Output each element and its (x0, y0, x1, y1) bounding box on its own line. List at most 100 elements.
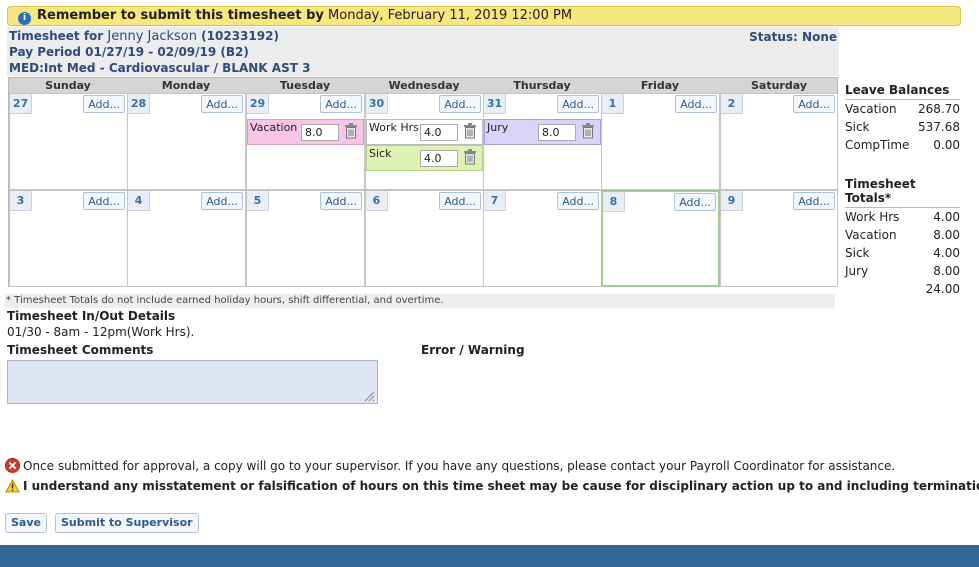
add-entry-button[interactable]: Add... (83, 95, 125, 113)
day-cell[interactable]: 30 Add... Work Hrs 4.0 Sick 4.0 (365, 93, 484, 190)
info-icon: i (18, 12, 31, 25)
approval-notice-text: Once submitted for approval, a copy will… (23, 459, 896, 473)
balance-label: Vacation (845, 102, 897, 116)
add-entry-button[interactable]: Add... (320, 95, 362, 113)
day-header-wednesday: Wednesday (388, 79, 460, 92)
balance-value: 537.68 (918, 120, 960, 134)
day-number: 7 (484, 191, 506, 211)
timesheet-totals-panel: Timesheet Totals* Work Hrs 4.00 Vacation 8… (845, 177, 960, 298)
total-label: Sick (845, 246, 870, 260)
day-number: 1 (602, 94, 624, 114)
timesheet-header: Timesheet for Jenny Jackson (10233192) P… (7, 27, 839, 76)
add-entry-button[interactable]: Add... (557, 192, 599, 210)
day-cell[interactable]: 9 Add... (720, 190, 838, 287)
inout-title: Timesheet In/Out Details (7, 309, 176, 323)
banner-deadline: Monday, February 11, 2019 12:00 PM (328, 8, 573, 23)
balance-label: CompTime (845, 138, 910, 152)
day-cell[interactable]: 3 Add... (9, 190, 128, 287)
total-label: Jury (845, 264, 869, 278)
day-number: 9 (721, 191, 743, 211)
day-header-sunday: Sunday (45, 79, 91, 92)
day-cell[interactable]: 27 Add... (9, 93, 128, 190)
day-cell[interactable]: 7 Add... (483, 190, 602, 287)
hours-input[interactable]: 8.0 (538, 124, 576, 141)
grand-total-row: 24.00 (845, 280, 960, 298)
hours-input[interactable]: 4.0 (420, 124, 458, 141)
day-number: 2 (721, 94, 743, 114)
balance-row: Vacation 268.70 (845, 100, 960, 118)
hours-input[interactable]: 4.0 (420, 150, 458, 167)
header-title-line: Timesheet for Jenny Jackson (10233192) (9, 29, 279, 44)
day-number: 30 (366, 94, 388, 114)
balance-row: CompTime 0.00 (845, 136, 960, 154)
add-entry-button[interactable]: Add... (793, 192, 835, 210)
save-button[interactable]: Save (5, 513, 47, 533)
day-number: 27 (10, 94, 32, 114)
add-entry-button[interactable]: Add... (675, 95, 717, 113)
day-number: 8 (603, 192, 625, 212)
entry-vacation[interactable]: Vacation 8.0 (247, 119, 364, 145)
calendar-grid: Sunday Monday Tuesday Wednesday Thursday… (8, 77, 838, 287)
entry-work-hrs[interactable]: Work Hrs 4.0 (366, 119, 483, 145)
balance-value: 268.70 (918, 102, 960, 116)
total-row: Jury 8.00 (845, 262, 960, 280)
resize-handle-icon[interactable] (363, 390, 375, 402)
day-header-tuesday: Tuesday (279, 79, 331, 92)
employee-id: (10233192) (201, 29, 279, 43)
day-cell[interactable]: 31 Add... Jury 8.0 (483, 93, 602, 190)
add-entry-button[interactable]: Add... (674, 193, 716, 211)
day-cell[interactable]: 4 Add... (127, 190, 246, 287)
add-entry-button[interactable]: Add... (439, 95, 481, 113)
day-cell[interactable]: 28 Add... (127, 93, 246, 190)
balance-value: 0.00 (933, 138, 960, 152)
warning-icon (5, 479, 20, 493)
total-value: 8.00 (933, 228, 960, 242)
entry-type: Work Hrs (369, 121, 419, 134)
grand-total-value: 24.00 (925, 282, 960, 296)
total-row: Vacation 8.00 (845, 226, 960, 244)
total-row: Sick 4.00 (845, 244, 960, 262)
total-row: Work Hrs 4.00 (845, 208, 960, 226)
misstatement-notice: I understand any misstatement or falsifi… (5, 479, 979, 493)
day-cell[interactable]: 2 Add... (720, 93, 838, 190)
trash-icon[interactable] (463, 123, 477, 139)
day-header-monday: Monday (161, 79, 211, 92)
hours-input[interactable]: 8.0 (301, 124, 339, 141)
trash-icon[interactable] (463, 149, 477, 165)
deadline-banner: i Remember to submit this timesheet by Mo… (7, 6, 961, 26)
submit-to-supervisor-button[interactable]: Submit to Supervisor (55, 513, 199, 533)
day-cell[interactable]: 29 Add... Vacation 8.0 (246, 93, 365, 190)
department: MED:Int Med - Cardiovascular / BLANK AST… (9, 61, 311, 75)
totals-title: Timesheet Totals* (845, 177, 960, 208)
comments-textarea[interactable] (7, 360, 378, 404)
entry-type: Jury (487, 121, 509, 134)
total-value: 8.00 (933, 264, 960, 278)
add-entry-button[interactable]: Add... (439, 192, 481, 210)
day-number: 31 (484, 94, 506, 114)
add-entry-button[interactable]: Add... (320, 192, 362, 210)
entry-sick[interactable]: Sick 4.0 (366, 145, 483, 171)
add-entry-button[interactable]: Add... (83, 192, 125, 210)
leave-balances-title: Leave Balances (845, 83, 960, 100)
balance-label: Sick (845, 120, 870, 134)
day-number: 3 (10, 191, 32, 211)
approval-notice: Once submitted for approval, a copy will… (5, 458, 895, 473)
status-label: Status: None (749, 30, 837, 44)
footer-bar (0, 545, 979, 567)
day-number: 28 (128, 94, 150, 114)
trash-icon[interactable] (581, 123, 595, 139)
entry-jury[interactable]: Jury 8.0 (484, 119, 601, 145)
trash-icon[interactable] (344, 123, 358, 139)
inout-line: 01/30 - 8am - 12pm(Work Hrs). (7, 325, 195, 339)
misstatement-notice-text: I understand any misstatement or falsifi… (23, 479, 979, 493)
add-entry-button[interactable]: Add... (793, 95, 835, 113)
add-entry-button[interactable]: Add... (201, 95, 243, 113)
day-cell[interactable]: 5 Add... (246, 190, 365, 287)
error-icon (5, 458, 20, 473)
day-cell[interactable]: 6 Add... (365, 190, 484, 287)
comments-title: Timesheet Comments (7, 343, 154, 357)
add-entry-button[interactable]: Add... (201, 192, 243, 210)
day-cell[interactable]: 1 Add... (601, 93, 720, 190)
day-cell-today[interactable]: 8 Add... (601, 190, 720, 287)
add-entry-button[interactable]: Add... (557, 95, 599, 113)
